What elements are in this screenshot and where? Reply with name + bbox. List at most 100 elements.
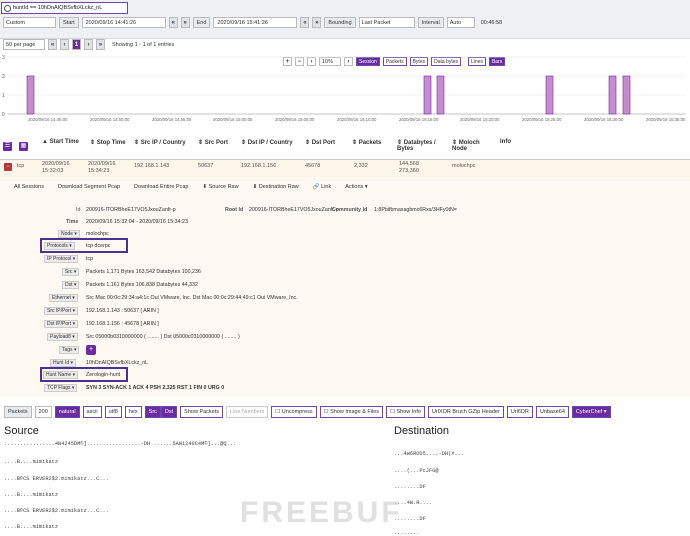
url6dr-button[interactable]: Url6DR [506,405,533,418]
ip-protocol-value[interactable]: tcp [86,256,93,262]
dst-ip-port-field[interactable]: Dst IP/Port ▾ [44,320,79,328]
root-id-value: 200916-ITORBheE17VO5JxouZanfr-p [249,207,339,213]
ip-protocol-field[interactable]: IP Protocol ▾ [44,255,79,263]
protocols-field[interactable]: Protocols ▾ [44,242,75,250]
dst-ip-port-value[interactable]: 192.168.1.156 : 45678 [ ARIN ] [86,321,159,327]
cell-src-ip[interactable]: 192.168.1.143 [134,163,169,170]
dst-button[interactable]: Dst [160,405,178,418]
source-raw-link[interactable]: ⬇ Source Raw [202,184,238,190]
src-button[interactable]: Src [144,405,161,418]
hunt-name-value[interactable]: Zerologin-hunt [86,372,120,378]
actions-dropdown[interactable]: Actions ▾ [345,184,367,190]
tags-field[interactable]: Tags ▾ [59,346,80,354]
end-last-button[interactable]: » [312,17,322,28]
time-range-select[interactable]: Custom [3,17,56,28]
cell-src-port[interactable]: 50637 [198,163,213,170]
src-ip-port-field[interactable]: Src IP/Port ▾ [44,307,79,315]
prev-page-button[interactable]: ‹ [60,39,69,50]
ethernet-field[interactable]: Ethernet ▾ [49,294,78,302]
column-config-icon[interactable]: ☰ [3,142,12,151]
col-moloch-node[interactable]: ⇕ Moloch Node [452,139,486,152]
natural-button[interactable]: natural [54,405,80,418]
cell-stop-time: 2020/09/16 15:34:23 [88,161,116,174]
col-databytes[interactable]: ⇕ Databytes / Bytes [397,139,447,152]
duration: 00:46:58 [480,19,503,26]
uncompress-button[interactable]: ☐ Uncompress [271,405,317,418]
all-sessions-link[interactable]: All Sessions [14,184,44,190]
end-first-button[interactable]: « [300,17,310,28]
node-field[interactable]: Node ▾ [58,230,80,238]
col-dst-port[interactable]: ⇕ Dst Port [305,139,335,146]
cell-dst-port[interactable]: 45678 [305,163,320,170]
hunt-id-value[interactable]: 10hDnAIQBSvfbXLckz_nL [86,360,148,366]
col-info[interactable]: Info [500,139,511,145]
hex-button[interactable]: hex [124,405,142,418]
search-input[interactable]: huntId == 10hDnAIQBSvfbXLckz_nL [1,2,128,14]
packets-count-select[interactable]: 200 [34,405,52,418]
x-tick: 2020/09/16 15:30:00 [584,117,624,122]
last-page-button[interactable]: » [96,39,105,50]
end-time-input[interactable]: 2020/09/16 15:41:26 [213,17,298,28]
ascii-button[interactable]: ascii [82,405,102,418]
packets-label: Packets [4,405,32,418]
time-controls: Custom Start 2020/09/16 14:41:26 « » End… [0,15,690,30]
start-label: Start [59,17,79,28]
col-src-port[interactable]: ⇕ Src Port [198,139,228,146]
session-timeline-chart[interactable]: 3 2 1 0 2020/09/16 14:45:00 2020/09/16 1… [0,52,690,122]
unbase64-button[interactable]: Unbase64 [535,405,569,418]
payload8-field[interactable]: Payload8 ▾ [47,333,78,341]
search-header: huntId == 10hDnAIQBSvfbXLckz_nL Custom S… [0,0,690,39]
src-ip-port-value[interactable]: 192.168.1.143 : 50637 [ ARIN ] [86,308,159,314]
col-stop-time[interactable]: ⇕ Stop Time [90,139,126,146]
download-entire-pcap-link[interactable]: Download Entire Pcap [134,184,188,190]
next-page-button[interactable]: › [84,39,93,50]
cell-databytes: 144,568 273,360 [399,161,419,174]
tcp-flags-field[interactable]: TCP Flags ▾ [44,384,78,392]
x-tick: 2020/09/16 15:00:00 [213,117,253,122]
add-tag-button[interactable]: + [86,345,96,355]
interval-label: Interval [417,17,444,28]
destination-raw-link[interactable]: ⬇ Destination Raw [253,184,299,190]
cell-start-time: 2020/09/16 15:32:03 [42,161,70,174]
cell-dst-ip[interactable]: 192.168.1.156 [241,163,276,170]
interval-select[interactable]: Auto [446,17,475,28]
protocols-value[interactable]: tcp dcerpc [86,243,110,249]
cyberchef-dropdown[interactable]: CyberChef ▾ [571,405,611,418]
table-row[interactable]: − tcp 2020/09/16 15:32:03 2020/09/16 15:… [0,160,690,177]
search-icon [4,4,11,12]
line-numbers-button[interactable]: Line Numbers [226,405,269,418]
node-value[interactable]: molochpc [86,231,109,237]
community-id-value: 1:8Pbifbmaxagbmc6Rxs/3HFy0tN= [374,207,457,213]
src-field[interactable]: Src ▾ [62,268,80,276]
show-image-files-button[interactable]: ☐ Show Image & Files [319,405,384,418]
col-start-time[interactable]: ▲ Start Time [42,139,79,145]
destination-line: ........ [394,530,420,536]
first-page-button[interactable]: « [48,39,57,50]
page-1-button[interactable]: 1 [72,39,81,50]
hunt-id-field[interactable]: Hunt Id ▾ [50,359,77,367]
per-page-select[interactable]: 50 per page [3,39,45,50]
bounding-select[interactable]: Last Packet [358,17,415,28]
dst-field[interactable]: Dst ▾ [62,281,80,289]
hunt-name-field[interactable]: Hunt Name ▾ [43,371,79,379]
time-label: Time [66,219,79,225]
col-dst-ip[interactable]: ⇕ Dst IP / Country [241,139,293,146]
column-visibility-icon[interactable]: ▦ [19,142,28,151]
cell-protocol: tcp [17,163,25,169]
destination-line: ....(...PcJFG@ [394,468,439,474]
start-first-button[interactable]: « [168,17,178,28]
start-last-button[interactable]: » [180,17,190,28]
x-tick: 2020/09/16 15:35:00 [646,117,686,122]
utf8-button[interactable]: utf8 [104,405,122,418]
show-packets-button[interactable]: Show Packets [180,405,224,418]
end-label: End [192,17,211,28]
col-packets[interactable]: ⇕ Packets [352,139,381,146]
collapse-row-icon[interactable]: − [4,163,12,171]
col-src-ip[interactable]: ⇕ Src IP / Country [134,139,186,146]
start-time-input[interactable]: 2020/09/16 14:41:26 [81,17,166,28]
download-segment-pcap-link[interactable]: Download Segment Pcap [58,184,120,190]
source-title: Source [4,425,39,437]
link-link[interactable]: 🔗 Link [313,184,331,190]
urlxor-button[interactable]: UrlXOR Bruch GZip Header [427,405,504,418]
show-info-button[interactable]: ☐ Show Info [386,405,425,418]
